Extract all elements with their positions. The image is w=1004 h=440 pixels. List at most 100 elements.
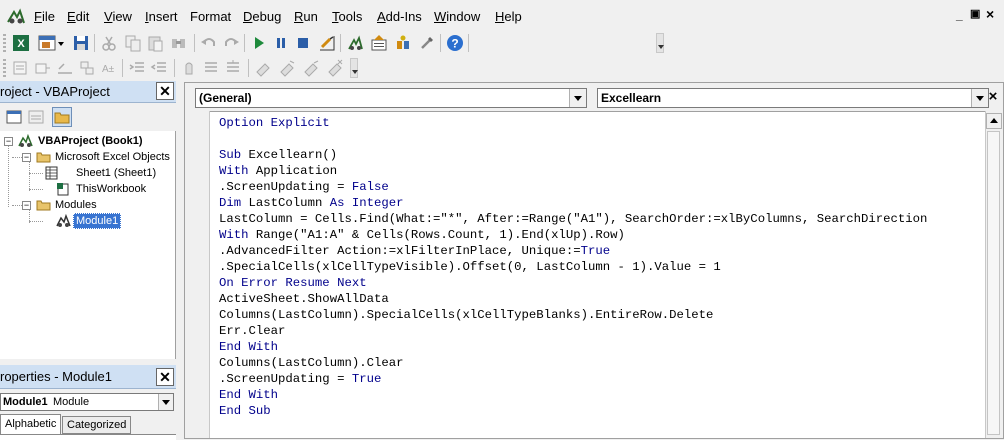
code-line: .ScreenUpdating = True [219,372,382,386]
redo-icon[interactable] [222,34,240,52]
tab-alphabetic[interactable]: Alphabetic [0,414,62,434]
list-properties-icon[interactable] [12,59,30,77]
reset-icon[interactable] [294,34,312,52]
toolbar-separator [244,34,245,52]
minimize-button[interactable]: _ [956,8,963,22]
code-line: ActiveSheet.ShowAllData [219,292,389,306]
project-explorer-titlebar[interactable]: roject - VBAProject ✕ [0,81,176,103]
properties-titlebar[interactable]: roperties - Module1 ✕ [0,365,176,389]
next-bookmark-icon[interactable] [278,59,296,77]
run-icon[interactable] [250,34,268,52]
chevron-down-icon[interactable] [158,394,173,410]
project-explorer-icon[interactable] [346,34,364,52]
project-explorer-close-button[interactable]: ✕ [156,82,174,100]
scroll-thumb[interactable] [987,131,1000,435]
indent-icon[interactable] [128,59,146,77]
code-line: On Error Resume Next [219,276,367,290]
design-mode-icon[interactable] [318,34,336,52]
toolbar-grip[interactable] [3,34,6,52]
restore-button[interactable]: ▣ [970,7,980,20]
tree-node-thisworkbook[interactable]: ThisWorkbook [0,181,176,197]
object-browser-icon[interactable] [394,34,412,52]
list-constants-icon[interactable] [34,59,52,77]
menu-item-format[interactable]: Format [190,9,231,24]
tab-categorized[interactable]: Categorized [62,416,132,434]
code-margin-indicator-bar[interactable] [187,111,210,438]
toolbar-options-button[interactable] [350,58,358,78]
menu-item-help[interactable]: Help [495,9,522,24]
menu-item-view[interactable]: View [104,9,132,24]
collapse-toggle[interactable]: − [4,137,13,146]
insert-module-icon[interactable] [38,34,56,52]
complete-word-icon[interactable]: A± [100,59,118,77]
tree-node-sheet1[interactable]: Sheet1 (Sheet1) [0,165,176,181]
properties-grid [0,434,176,440]
outdent-icon[interactable] [150,59,168,77]
chevron-down-icon[interactable] [569,89,586,107]
toolbar-grip[interactable] [3,59,6,77]
tree-node-modules[interactable]: − Modules [0,197,176,213]
code-line: End Sub [219,404,271,418]
worksheet-icon [45,166,58,180]
collapse-toggle[interactable]: − [22,153,31,162]
collapse-toggle[interactable]: − [22,201,31,210]
comment-block-icon[interactable] [202,59,220,77]
tree-node-vbaproject[interactable]: − VBAProject (Book1) [0,133,176,149]
menu-item-insert[interactable]: Insert [145,9,178,24]
vertical-scrollbar[interactable] [985,111,1002,438]
object-combo[interactable]: (General) [195,88,587,108]
tree-node-excel-objects[interactable]: − Microsoft Excel Objects [0,149,176,165]
code-line: Option Explicit [219,116,330,130]
uncomment-block-icon[interactable] [224,59,242,77]
menu-item-edit[interactable]: Edit [67,9,89,24]
paste-icon[interactable] [146,34,164,52]
properties-object-select[interactable]: Module1 Module [0,393,174,411]
scroll-up-arrow-icon[interactable] [986,113,1002,129]
code-editor[interactable]: Option Explicit Sub Excellearn() With Appl… [210,111,987,438]
clear-bookmarks-icon[interactable] [326,59,344,77]
properties-title: roperties - Module1 [0,369,112,384]
menu-item-window[interactable]: Window [434,9,480,24]
cut-icon[interactable] [100,34,118,52]
code-window-close-button[interactable]: × [985,89,1001,105]
undo-icon[interactable] [200,34,218,52]
toggle-folders-button[interactable] [52,107,72,127]
menu-item-add-ins[interactable]: Add-Ins [377,9,422,24]
menu-item-tools[interactable]: Tools [332,9,362,24]
pane-splitter[interactable] [176,82,184,439]
code-line: LastColumn = Cells.Find(What:="*", After… [219,212,928,226]
code-window: (General) Excellearn × Option Explicit Su… [184,82,1004,439]
view-object-icon[interactable] [26,107,46,127]
find-icon[interactable] [170,34,188,52]
previous-bookmark-icon[interactable] [302,59,320,77]
toolbox-icon[interactable] [418,34,436,52]
copy-icon[interactable] [124,34,142,52]
properties-close-button[interactable]: ✕ [156,368,174,386]
toolbar-separator [468,34,469,52]
project-explorer-title: roject - VBAProject [0,84,110,99]
vba-project-icon [18,134,33,147]
menu-item-run[interactable]: Run [294,9,318,24]
project-explorer-toolbar [0,104,176,233]
insert-dropdown-arrow-icon[interactable] [56,34,66,52]
help-icon[interactable]: ? [446,34,464,52]
view-code-icon[interactable] [4,107,24,127]
tree-node-module1[interactable]: Module1 [0,213,176,229]
folder-open-icon [36,200,51,211]
vba-app-icon[interactable] [6,8,26,26]
properties-window-icon[interactable] [370,34,388,52]
toolbar-separator [440,34,441,52]
toolbar-options-button[interactable] [656,33,664,53]
toggle-bookmark-icon[interactable] [254,59,272,77]
quick-info-icon[interactable] [56,59,74,77]
save-icon[interactable] [72,34,90,52]
menu-item-file[interactable]: File [34,9,55,24]
procedure-combo[interactable]: Excellearn [597,88,989,108]
code-line: End With [219,388,279,402]
view-excel-icon[interactable]: X [12,34,30,52]
menu-item-debug[interactable]: Debug [243,9,281,24]
close-button[interactable]: × [986,6,994,22]
toggle-breakpoint-icon[interactable] [180,59,198,77]
parameter-info-icon[interactable] [78,59,96,77]
break-icon[interactable] [272,34,290,52]
